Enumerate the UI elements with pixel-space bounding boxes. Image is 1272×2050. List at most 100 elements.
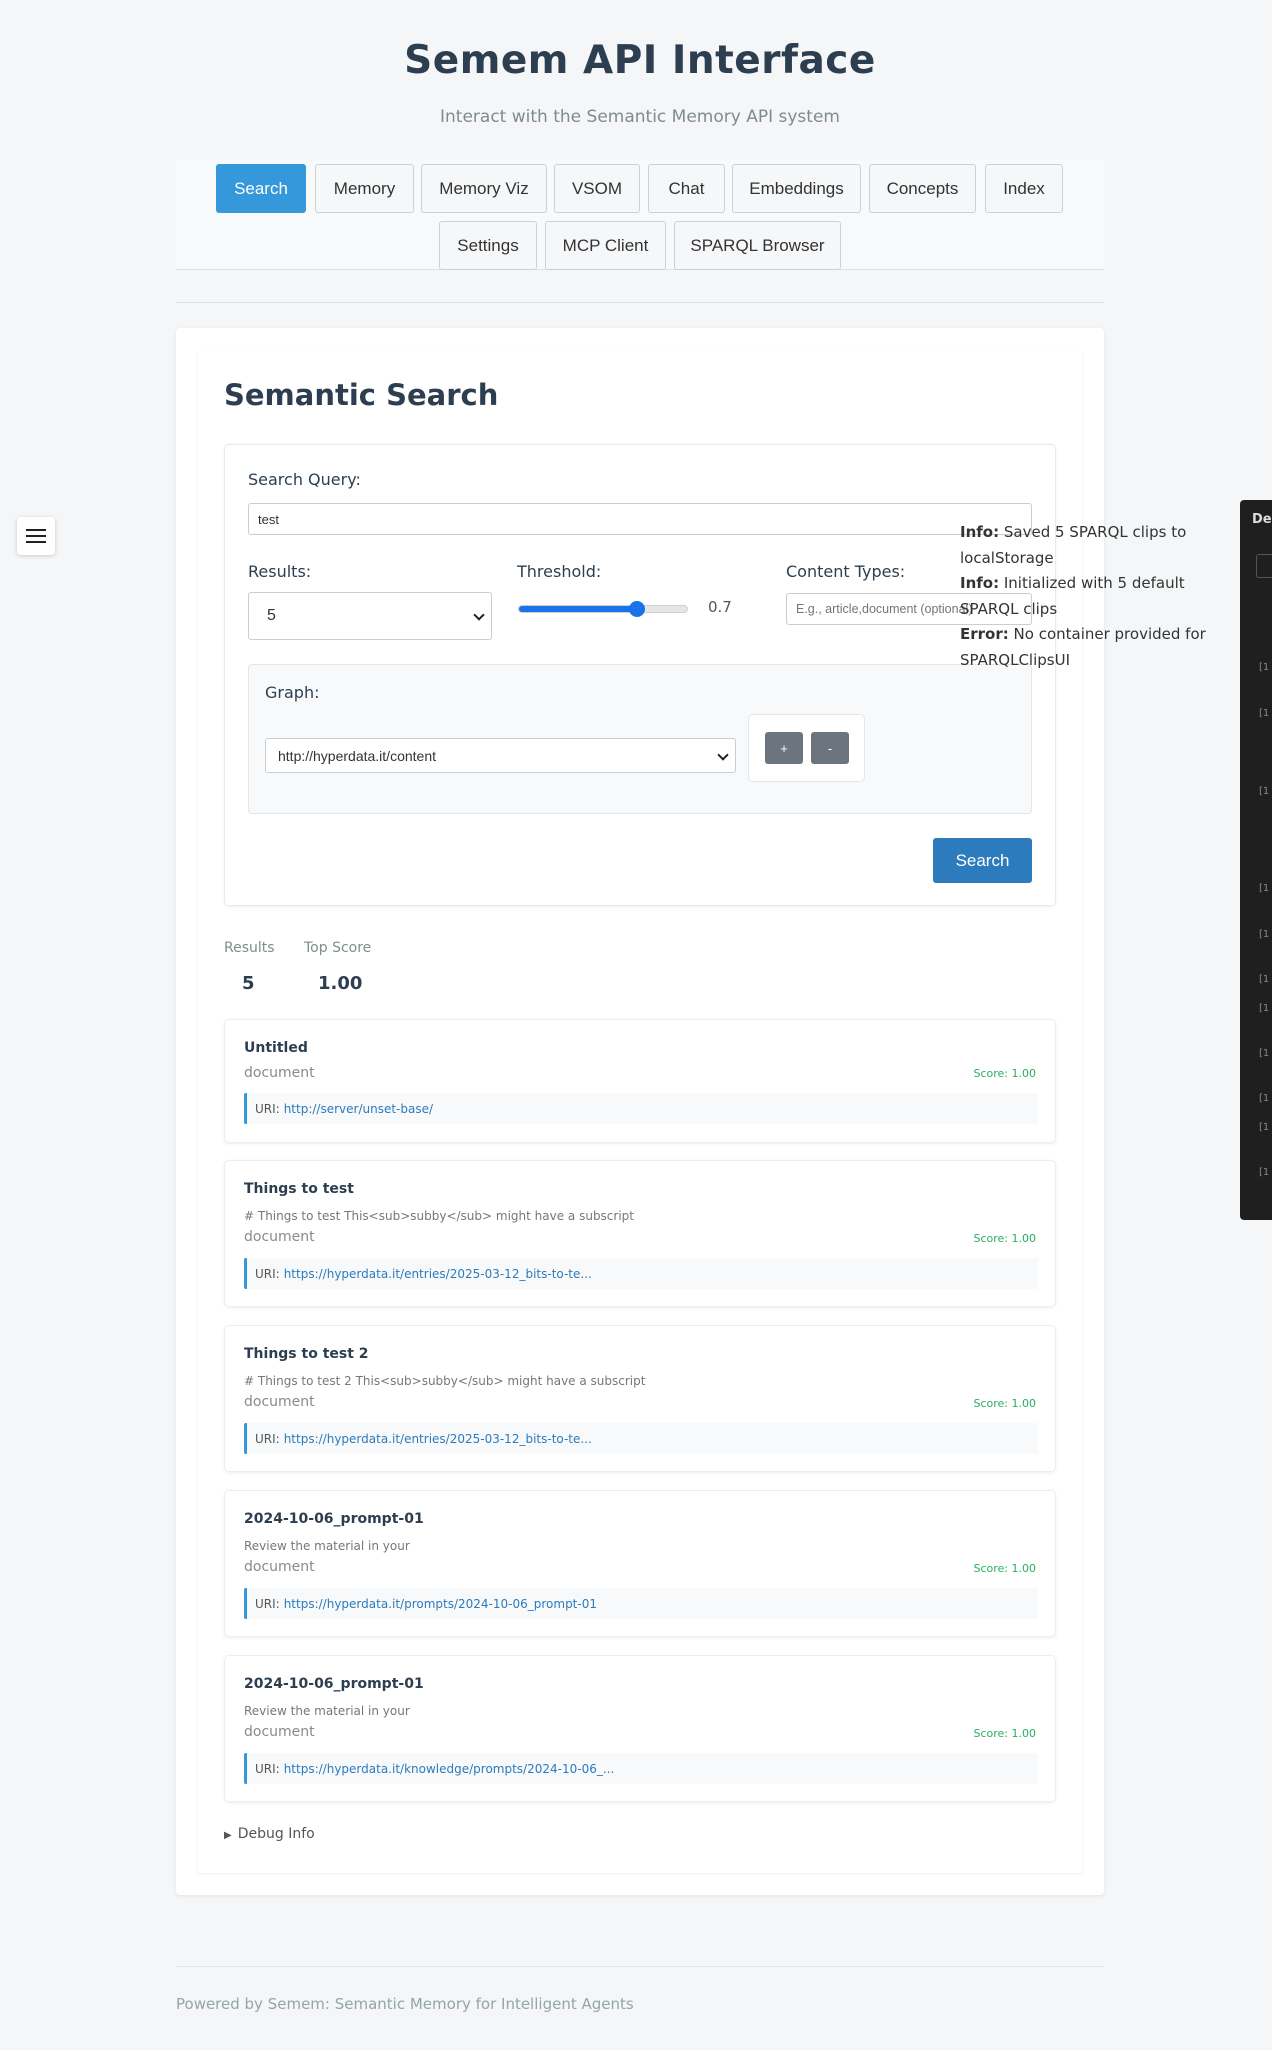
tab-memory-viz[interactable]: Memory Viz xyxy=(421,164,547,213)
uri-label: URI: xyxy=(255,1431,280,1446)
devtools-log-line: [1 xyxy=(1259,1093,1270,1104)
graph-select-value: http://hyperdata.it/content xyxy=(278,747,436,764)
log-message: Info: Saved 5 SPARQL clips to localStora… xyxy=(960,520,1240,571)
result-score: Score: 1.00 xyxy=(973,1727,1036,1740)
tab-mcp-client[interactable]: MCP Client xyxy=(545,221,666,270)
page-subtitle: Interact with the Semantic Memory API sy… xyxy=(440,107,840,127)
uri-label: URI: xyxy=(255,1101,280,1116)
tab-search[interactable]: Search xyxy=(216,164,306,213)
devtools-log-line: [1 xyxy=(1259,662,1270,673)
debug-info-label: Debug Info xyxy=(237,1826,315,1842)
uri-label: URI: xyxy=(255,1761,280,1776)
result-snippet: # Things to test This<sub>subby</sub> mi… xyxy=(244,1209,634,1223)
result-uri: URI: https://hyperdata.it/prompts/2024-1… xyxy=(244,1588,1038,1619)
search-input[interactable]: test xyxy=(248,503,1032,535)
log-messages: Info: Saved 5 SPARQL clips to localStora… xyxy=(960,520,1240,673)
uri-label: URI: xyxy=(255,1596,280,1611)
graph-select[interactable]: http://hyperdata.it/content xyxy=(265,738,736,773)
chevron-down-icon xyxy=(717,748,729,761)
result-title: 2024-10-06_prompt-01 xyxy=(244,1676,424,1692)
result-title: Untitled xyxy=(244,1040,308,1056)
result-uri-link[interactable]: https://hyperdata.it/prompts/2024-10-06_… xyxy=(284,1597,597,1611)
devtools-log-line: [1 xyxy=(1259,929,1270,940)
result-type: document xyxy=(244,1065,315,1081)
result-uri-link[interactable]: http://server/unset-base/ xyxy=(284,1102,433,1116)
result-score: Score: 1.00 xyxy=(973,1397,1036,1410)
search-button[interactable]: Search xyxy=(933,838,1032,883)
graph-label: Graph: xyxy=(265,683,320,702)
threshold-slider-track[interactable] xyxy=(518,605,688,613)
add-graph-button[interactable]: + xyxy=(765,732,803,764)
result-uri: URI: https://hyperdata.it/entries/2025-0… xyxy=(244,1258,1038,1289)
tab-memory[interactable]: Memory xyxy=(315,164,414,213)
chevron-down-icon xyxy=(473,609,485,621)
result-card: 2024-10-06_prompt-01 Review the material… xyxy=(224,1490,1056,1637)
tab-index[interactable]: Index xyxy=(985,164,1063,213)
log-message: Info: Initialized with 5 default SPARQL … xyxy=(960,571,1240,622)
devtools-log-line: [1 xyxy=(1259,1048,1270,1059)
result-title: Things to test xyxy=(244,1181,354,1197)
devtools-log-line: [1 xyxy=(1259,974,1270,985)
tab-settings[interactable]: Settings xyxy=(439,221,537,270)
tab-chat[interactable]: Chat xyxy=(648,164,725,213)
threshold-slider-fill xyxy=(519,606,637,612)
result-snippet: Review the material in your xyxy=(244,1539,410,1553)
result-title: Things to test 2 xyxy=(244,1346,369,1362)
devtools-log-line: [1 xyxy=(1259,1167,1270,1178)
result-score: Score: 1.00 xyxy=(973,1232,1036,1245)
top-score-label: Top Score xyxy=(304,940,372,956)
threshold-slider-thumb[interactable] xyxy=(629,601,645,617)
result-snippet: # Things to test 2 This<sub>subby</sub> … xyxy=(244,1374,646,1388)
devtools-panel[interactable]: Dev [1 [1 [1 [1 [1 [1 [1 [1 [1 [1 [1 xyxy=(1240,500,1272,1220)
content-types-label: Content Types: xyxy=(786,562,906,581)
devtools-log-line: [1 xyxy=(1259,786,1270,797)
threshold-label: Threshold: xyxy=(517,562,602,581)
result-card: Things to test 2 # Things to test 2 This… xyxy=(224,1325,1056,1472)
result-score: Score: 1.00 xyxy=(973,1067,1036,1080)
footer-text: Powered by Semem: Semantic Memory for In… xyxy=(176,1995,634,2013)
divider xyxy=(176,302,1104,303)
result-card: Things to test # Things to test This<sub… xyxy=(224,1160,1056,1307)
footer-divider xyxy=(176,1966,1104,1967)
result-uri: URI: https://hyperdata.it/knowledge/prom… xyxy=(244,1753,1038,1784)
result-uri-link[interactable]: https://hyperdata.it/entries/2025-03-12_… xyxy=(284,1432,592,1446)
result-card: 2024-10-06_prompt-01 Review the material… xyxy=(224,1655,1056,1802)
result-type: document xyxy=(244,1724,315,1740)
result-card: Untitled document Score: 1.00 URI: http:… xyxy=(224,1019,1056,1143)
tab-vsom[interactable]: VSOM xyxy=(554,164,640,213)
devtools-log-line: [1 xyxy=(1259,883,1270,894)
uri-label: URI: xyxy=(255,1266,280,1281)
tab-concepts[interactable]: Concepts xyxy=(869,164,976,213)
result-type: document xyxy=(244,1559,315,1575)
devtools-filter-input[interactable] xyxy=(1256,554,1272,578)
log-message: Error: No container provided for SPARQLC… xyxy=(960,622,1240,673)
devtools-log-line: [1 xyxy=(1259,1003,1270,1014)
log-level: Info: xyxy=(960,574,1000,592)
result-uri: URI: http://server/unset-base/ xyxy=(244,1093,1038,1124)
remove-graph-button[interactable]: - xyxy=(811,732,849,764)
results-count-value: 5 xyxy=(242,973,255,994)
result-type: document xyxy=(244,1229,315,1245)
result-title: 2024-10-06_prompt-01 xyxy=(244,1511,424,1527)
tab-embeddings[interactable]: Embeddings xyxy=(732,164,861,213)
top-score-value: 1.00 xyxy=(318,973,363,994)
page-title: Semem API Interface xyxy=(404,38,876,83)
devtools-log-line: [1 xyxy=(1259,708,1270,719)
hamburger-icon[interactable] xyxy=(17,517,55,555)
tab-sparql-browser[interactable]: SPARQL Browser xyxy=(674,221,841,270)
result-snippet: Review the material in your xyxy=(244,1704,410,1718)
result-score: Score: 1.00 xyxy=(973,1562,1036,1575)
debug-info-toggle[interactable]: ▶ Debug Info xyxy=(224,1826,315,1842)
result-uri-link[interactable]: https://hyperdata.it/entries/2025-03-12_… xyxy=(284,1267,592,1281)
log-level: Info: xyxy=(960,523,1000,541)
results-label: Results: xyxy=(248,562,312,581)
results-select[interactable]: 5 xyxy=(248,592,492,640)
results-count-label: Results xyxy=(224,940,275,956)
result-uri: URI: https://hyperdata.it/entries/2025-0… xyxy=(244,1423,1038,1454)
query-label: Search Query: xyxy=(248,470,361,489)
section-title: Semantic Search xyxy=(224,378,499,412)
threshold-value: 0.7 xyxy=(708,598,732,616)
result-uri-link[interactable]: https://hyperdata.it/knowledge/prompts/2… xyxy=(284,1762,615,1776)
devtools-title: Dev xyxy=(1252,512,1272,527)
triangle-right-icon: ▶ xyxy=(224,1830,232,1841)
